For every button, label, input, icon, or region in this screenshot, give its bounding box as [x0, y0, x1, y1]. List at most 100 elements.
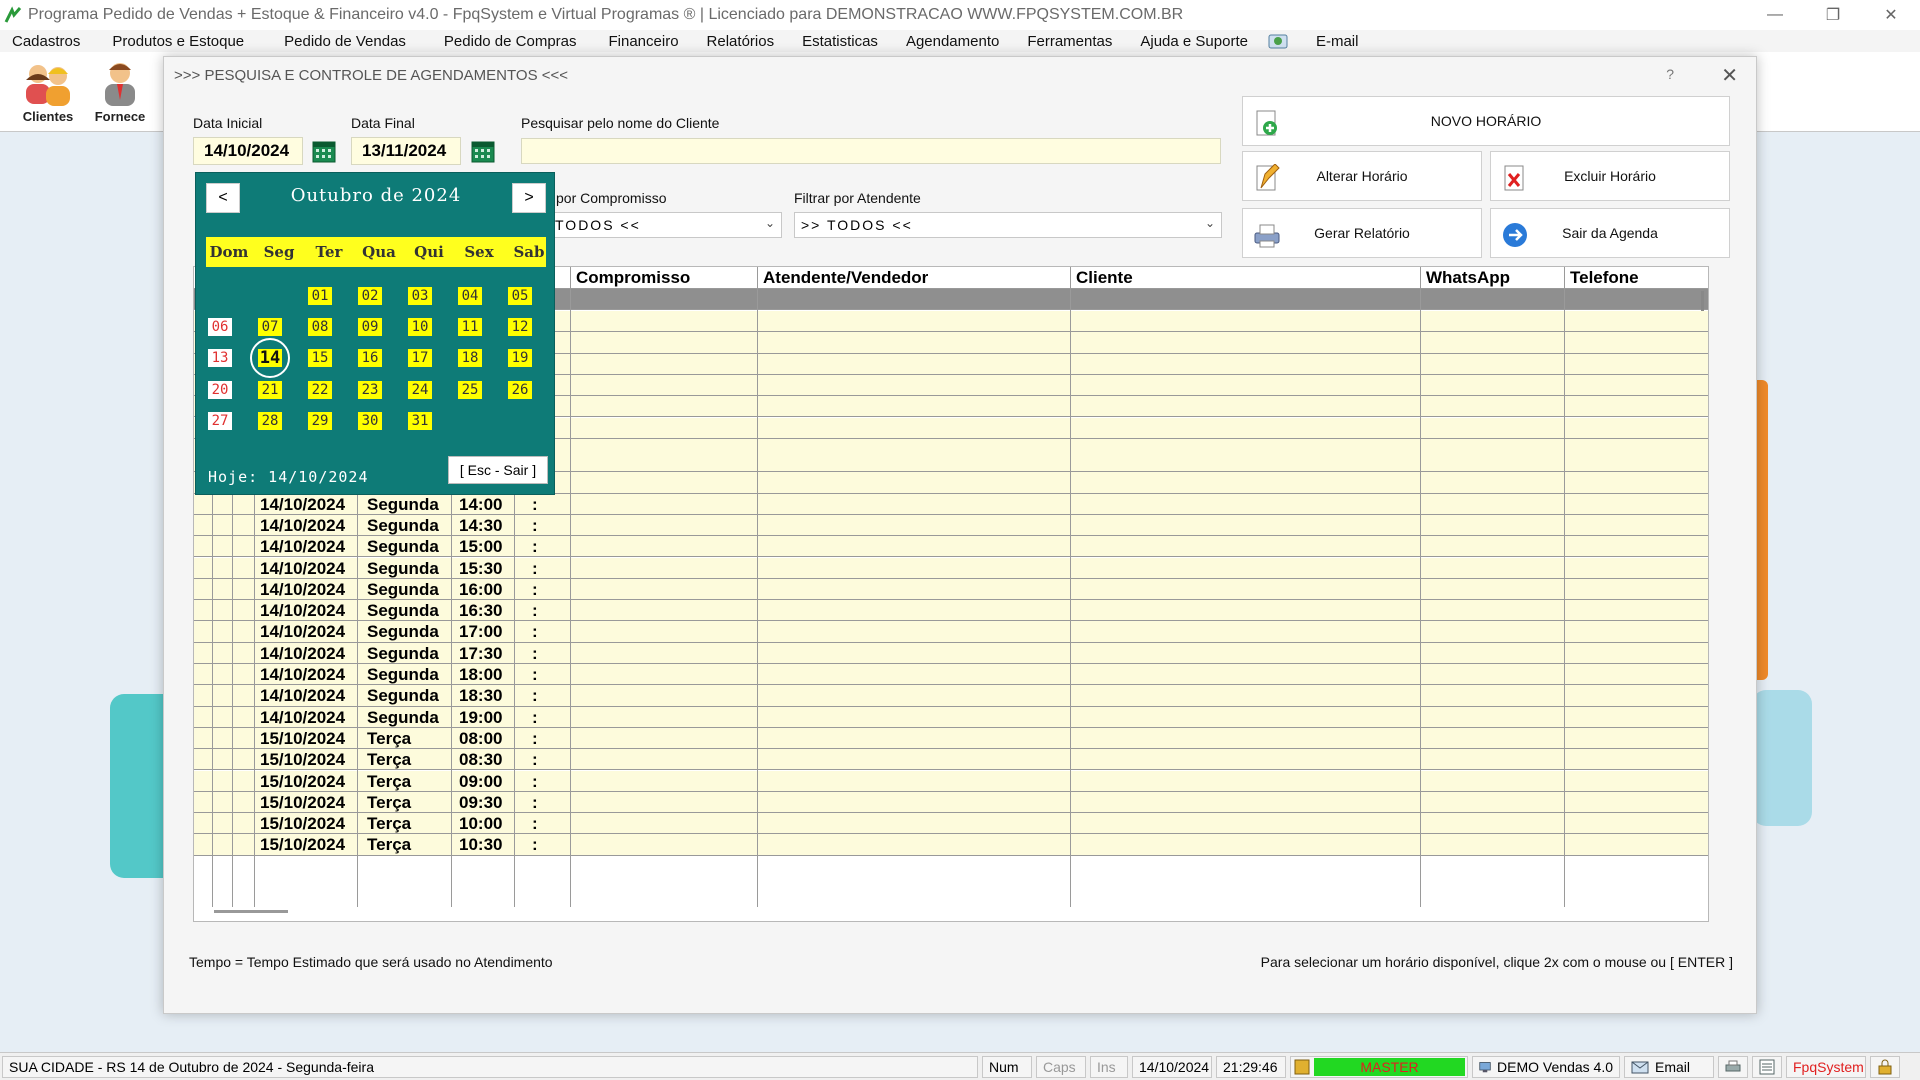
row-date: 14/10/2024: [260, 665, 346, 684]
menu-estatisticas[interactable]: Estatisticas: [788, 33, 892, 50]
alterar-horario-button[interactable]: Alterar Horário: [1242, 151, 1482, 201]
row-time: 14:00: [459, 494, 503, 514]
menu-email[interactable]: E-mail: [1302, 33, 1373, 50]
calendar-day[interactable]: 15: [308, 349, 332, 367]
calendar-day[interactable]: 12: [508, 318, 532, 336]
calendar-day[interactable]: 07: [258, 318, 282, 336]
table-row[interactable]: 15/10/2024 Terça 08:00:: [194, 727, 1708, 750]
calendar-day[interactable]: 18: [458, 349, 482, 367]
calendar-day[interactable]: 21: [258, 381, 282, 399]
calendar-day[interactable]: 03: [408, 287, 432, 305]
calendar-day[interactable]: 10: [408, 318, 432, 336]
calendar-day[interactable]: 23: [358, 381, 382, 399]
calendar-day[interactable]: 11: [458, 318, 482, 336]
calendar-day[interactable]: 06: [208, 318, 232, 336]
calendar-day[interactable]: 25: [458, 381, 482, 399]
calendar-icon[interactable]: [471, 139, 495, 163]
novo-horario-button[interactable]: NOVO HORÁRIO: [1242, 96, 1730, 146]
calendar-day[interactable]: 28: [258, 412, 282, 430]
data-final-field[interactable]: 13/11/2024: [351, 137, 461, 165]
calendar-day[interactable]: 30: [358, 412, 382, 430]
status-tool-1[interactable]: [1718, 1056, 1748, 1078]
table-row[interactable]: 14/10/2024 Segunda 16:00:: [194, 578, 1708, 601]
dialog-close-button[interactable]: ✕: [1721, 63, 1738, 88]
row-weekday: Segunda: [367, 643, 439, 663]
calendar-day[interactable]: 22: [308, 381, 332, 399]
row-weekday: Segunda: [367, 686, 439, 706]
sair-agenda-button[interactable]: Sair da Agenda: [1490, 208, 1730, 258]
table-row[interactable]: 14/10/2024 Segunda 16:30:: [194, 600, 1708, 622]
minimize-button[interactable]: —: [1746, 0, 1804, 30]
help-button[interactable]: ?: [1666, 66, 1674, 82]
calendar-day[interactable]: 31: [408, 412, 432, 430]
prev-month-button[interactable]: <: [206, 183, 240, 213]
calendar-day[interactable]: 09: [358, 318, 382, 336]
calendar-day[interactable]: 08: [308, 318, 332, 336]
menu-agendamento[interactable]: Agendamento: [892, 33, 1013, 50]
calendar-day[interactable]: 17: [408, 349, 432, 367]
menu-relatorios[interactable]: Relatórios: [693, 33, 789, 50]
calendar-day[interactable]: 20: [208, 381, 232, 399]
gerar-relatorio-button[interactable]: Gerar Relatório: [1242, 208, 1482, 258]
calendar-day[interactable]: 02: [358, 287, 382, 305]
header-cliente[interactable]: Cliente: [1076, 268, 1133, 288]
table-row[interactable]: 14/10/2024 Segunda 19:00:: [194, 706, 1708, 728]
close-window-button[interactable]: ✕: [1862, 0, 1920, 30]
search-cliente-input[interactable]: [521, 138, 1221, 164]
table-row[interactable]: 15/10/2024 Terça 09:30:: [194, 791, 1708, 814]
calendar-icon[interactable]: [312, 139, 336, 163]
next-month-button[interactable]: >: [512, 183, 546, 213]
calendar-day[interactable]: 04: [458, 287, 482, 305]
header-whatsapp[interactable]: WhatsApp: [1426, 268, 1510, 288]
menu-financeiro[interactable]: Financeiro: [591, 33, 693, 50]
header-telefone[interactable]: Telefone: [1570, 268, 1639, 288]
excluir-horario-button[interactable]: Excluir Horário: [1490, 151, 1730, 201]
atendente-filter-value: >> TODOS <<: [801, 217, 913, 233]
menu-pedido-vendas[interactable]: Pedido de Vendas: [258, 33, 420, 50]
calendar-day[interactable]: 24: [408, 381, 432, 399]
calendar-day[interactable]: 16: [358, 349, 382, 367]
status-email[interactable]: Email: [1624, 1056, 1714, 1078]
row-tempo: :: [532, 537, 538, 557]
header-compromisso[interactable]: Compromisso: [576, 268, 690, 288]
row-time: 15:00: [459, 537, 503, 557]
vertical-scrollbar[interactable]: [1701, 291, 1704, 311]
calendar-day[interactable]: 01: [308, 287, 332, 305]
clientes-button[interactable]: Clientes: [13, 58, 83, 128]
table-row[interactable]: 15/10/2024 Terça 09:00:: [194, 770, 1708, 792]
table-row[interactable]: 14/10/2024 Segunda 18:30:: [194, 685, 1708, 707]
table-row[interactable]: 14/10/2024 Segunda 15:00:: [194, 536, 1708, 558]
menu-ferramentas[interactable]: Ferramentas: [1013, 33, 1126, 50]
table-row[interactable]: 14/10/2024 Segunda 17:00:: [194, 621, 1708, 643]
calendar-day[interactable]: 05: [508, 287, 532, 305]
status-tool-3[interactable]: [1870, 1056, 1900, 1078]
header-atendente[interactable]: Atendente/Vendedor: [763, 268, 928, 288]
restore-button[interactable]: ❐: [1804, 0, 1862, 30]
calendar-day[interactable]: 29: [308, 412, 332, 430]
calendar-day[interactable]: 26: [508, 381, 532, 399]
data-inicial-field[interactable]: 14/10/2024: [193, 137, 303, 165]
fornece-button[interactable]: Fornece: [85, 58, 155, 128]
menu-pedido-compras[interactable]: Pedido de Compras: [420, 33, 591, 50]
compromisso-filter-select[interactable]: TODOS << ⌄: [548, 212, 782, 238]
table-row[interactable]: 14/10/2024 Segunda 15:30:: [194, 557, 1708, 579]
table-row[interactable]: 15/10/2024 Terça 10:30:: [194, 834, 1708, 856]
atendente-filter-select[interactable]: >> TODOS << ⌄: [794, 212, 1222, 238]
esc-sair-button[interactable]: [ Esc - Sair ]: [448, 456, 548, 484]
calendar-day[interactable]: 27: [208, 412, 232, 430]
table-row[interactable]: 15/10/2024 Terça 10:00:: [194, 813, 1708, 835]
weekday-label: Seg: [263, 243, 295, 261]
horizontal-scrollbar[interactable]: [214, 910, 288, 913]
table-row[interactable]: 14/10/2024 Segunda 14:30:: [194, 514, 1708, 537]
table-row[interactable]: 14/10/2024 Segunda 17:30:: [194, 642, 1708, 664]
menu-ajuda-suporte[interactable]: Ajuda e Suporte: [1126, 33, 1262, 50]
globe-icon[interactable]: [1268, 32, 1288, 50]
status-tool-2[interactable]: [1752, 1056, 1782, 1078]
table-row[interactable]: 14/10/2024 Segunda 18:00:: [194, 664, 1708, 686]
menu-cadastros[interactable]: Cadastros: [0, 33, 94, 50]
calendar-day[interactable]: 13: [208, 349, 232, 367]
table-row[interactable]: 14/10/2024 Segunda 14:00:: [194, 493, 1708, 515]
menu-produtos-estoque[interactable]: Produtos e Estoque: [94, 33, 258, 50]
calendar-day[interactable]: 19: [508, 349, 532, 367]
table-row[interactable]: 15/10/2024 Terça 08:30:: [194, 749, 1708, 771]
